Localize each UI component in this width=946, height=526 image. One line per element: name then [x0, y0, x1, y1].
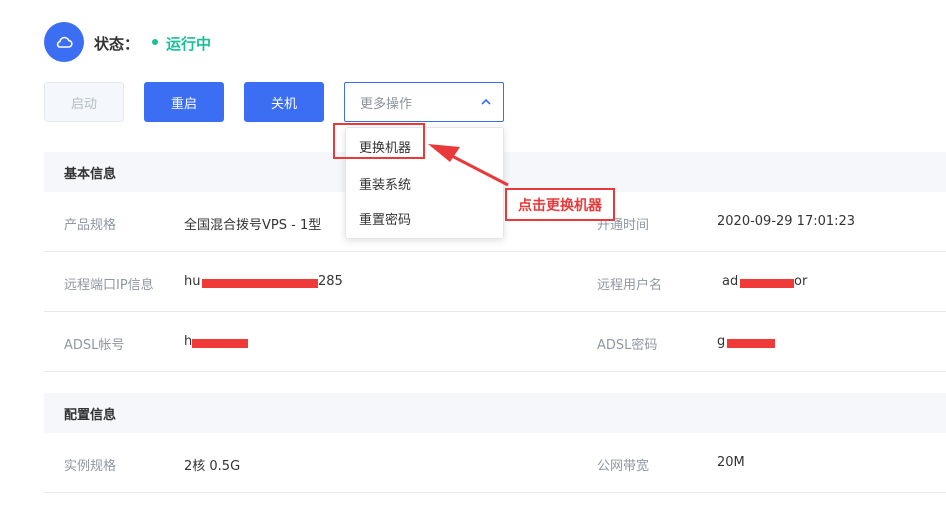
dropdown-item-reset-password[interactable]: 重置密码 — [359, 209, 411, 228]
remote-ip-value-prefix: hu — [184, 274, 201, 289]
bandwidth-value: 20M — [717, 455, 745, 470]
redaction-mark — [740, 279, 794, 288]
adsl-account-value-prefix: h — [184, 334, 193, 349]
annotation-label: 点击更换机器 — [505, 188, 615, 221]
table-row: 实例规格 2核 0.5G 公网带宽 20M — [44, 433, 946, 493]
more-actions-select[interactable]: 更多操作 — [344, 82, 504, 122]
remote-user-value-suffix: or — [794, 274, 808, 289]
remote-user-value-prefix: ad — [722, 274, 739, 289]
adsl-password-value-prefix: g — [717, 334, 726, 349]
product-spec-label: 产品规格 — [64, 218, 117, 233]
more-actions-placeholder: 更多操作 — [360, 96, 413, 112]
start-button[interactable]: 启动 — [44, 82, 124, 122]
table-row: 远程端口IP信息 hu 285 远程用户名 ad or — [44, 252, 946, 312]
bandwidth-label: 公网带宽 — [597, 459, 650, 474]
remote-user-label: 远程用户名 — [597, 278, 663, 293]
instance-spec-label: 实例规格 — [64, 459, 117, 474]
table-row: ADSL帐号 h ADSL密码 g — [44, 312, 946, 372]
restart-button[interactable]: 重启 — [144, 82, 224, 122]
config-info-title: 配置信息 — [64, 407, 117, 423]
status-cloud-icon — [44, 22, 84, 62]
remote-ip-value-suffix: 285 — [318, 274, 343, 289]
status-label: 状态： — [94, 35, 140, 53]
shutdown-button[interactable]: 关机 — [244, 82, 324, 122]
redaction-mark — [727, 339, 775, 348]
cloud-icon — [56, 36, 73, 48]
chevron-up-icon — [481, 98, 491, 105]
status-dot-icon — [152, 39, 158, 45]
redaction-mark — [192, 339, 248, 348]
basic-info-title: 基本信息 — [64, 166, 117, 182]
highlight-box — [333, 123, 425, 159]
status-value: 运行中 — [166, 35, 212, 53]
remote-ip-label: 远程端口IP信息 — [64, 278, 154, 293]
instance-spec-value: 2核 0.5G — [184, 459, 241, 474]
product-spec-value: 全国混合拨号VPS - 1型 — [184, 218, 322, 233]
adsl-account-label: ADSL帐号 — [64, 338, 125, 353]
redaction-mark — [202, 279, 318, 288]
dropdown-item-reinstall-system[interactable]: 重装系统 — [359, 174, 411, 193]
adsl-password-label: ADSL密码 — [597, 338, 658, 353]
open-time-value: 2020-09-29 17:01:23 — [717, 214, 856, 229]
config-info-header: 配置信息 — [44, 393, 946, 433]
